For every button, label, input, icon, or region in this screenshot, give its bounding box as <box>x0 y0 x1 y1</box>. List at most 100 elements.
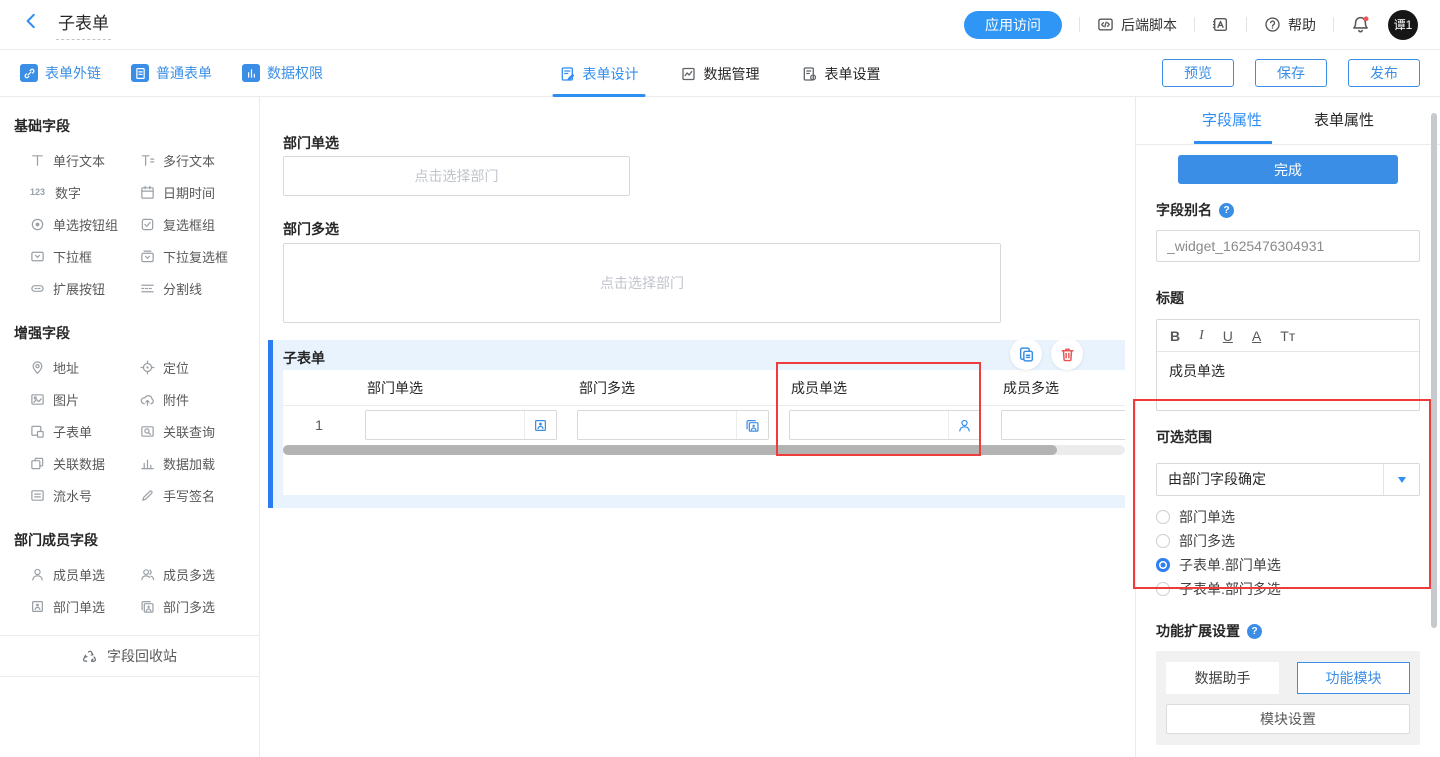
subform-horizontal-scrollbar <box>283 444 1125 456</box>
section-title-dept-member-fields: 部门成员字段 <box>14 530 245 550</box>
sidebar-item-extend-button[interactable]: 扩展按钮 <box>30 272 140 304</box>
radio-subform-dept-single[interactable]: 子表单.部门单选 <box>1156 553 1420 577</box>
help-icon[interactable]: ? <box>1219 203 1234 218</box>
font-color-button[interactable]: A <box>1252 328 1261 344</box>
sidebar-item-divider-line[interactable]: 分割线 <box>140 272 250 304</box>
radio-subform-dept-multi[interactable]: 子表单.部门多选 <box>1156 577 1420 601</box>
field-alias-input[interactable] <box>1156 230 1420 262</box>
app-access-button[interactable]: 应用访问 <box>964 11 1062 39</box>
range-select[interactable]: 由部门字段确定 <box>1156 463 1420 496</box>
radio-icon <box>1156 510 1170 524</box>
duplicate-widget-button[interactable] <box>1010 338 1042 370</box>
sidebar-item-datetime[interactable]: 日期时间 <box>140 176 250 208</box>
dept-multi-cell-input[interactable] <box>577 410 769 440</box>
checkbox-icon <box>140 217 155 232</box>
help-button[interactable]: 帮助 <box>1264 15 1316 35</box>
subform-row-1: 1 <box>283 406 1125 444</box>
back-button[interactable] <box>22 12 40 30</box>
sidebar-item-multi-select[interactable]: 下拉复选框 <box>140 240 250 272</box>
sidebar-item-dept-multi[interactable]: 部门多选 <box>140 590 250 622</box>
field-palette-sidebar: 基础字段 单行文本 多行文本 123数字 日期时间 单选按钮组 复选框组 下拉框… <box>0 97 260 757</box>
data-assistant-button[interactable]: 数据助手 <box>1166 662 1279 694</box>
bold-button[interactable]: B <box>1170 328 1180 344</box>
member-single-picker-icon[interactable] <box>948 411 980 439</box>
form-design-icon <box>560 66 576 82</box>
tab-form-properties[interactable]: 表单属性 <box>1314 97 1374 145</box>
dept-single-cell-input[interactable] <box>365 410 557 440</box>
sidebar-item-data-load[interactable]: 数据加载 <box>140 447 250 479</box>
sidebar-item-single-line-text[interactable]: 单行文本 <box>30 144 140 176</box>
module-settings-button[interactable]: 模块设置 <box>1166 704 1410 734</box>
image-icon <box>30 392 45 407</box>
sidebar-item-subform[interactable]: 子表单 <box>30 415 140 447</box>
publish-button[interactable]: 发布 <box>1348 59 1420 87</box>
chevron-down-icon <box>1398 477 1406 483</box>
sidebar-item-location[interactable]: 定位 <box>140 351 250 383</box>
sidebar-item-radio-group[interactable]: 单选按钮组 <box>30 208 140 240</box>
font-size-button[interactable]: Tт <box>1280 328 1295 344</box>
underline-button[interactable]: U <box>1223 328 1233 344</box>
sidebar-item-linked-query[interactable]: 关联查询 <box>140 415 250 447</box>
sidebar-item-multi-line-text[interactable]: 多行文本 <box>140 144 250 176</box>
scrollbar-thumb[interactable] <box>283 445 1057 455</box>
done-button[interactable]: 完成 <box>1178 155 1398 184</box>
radio-dept-single[interactable]: 部门单选 <box>1156 505 1420 529</box>
sidebar-item-member-single[interactable]: 成员单选 <box>30 558 140 590</box>
field-label-dept-multi: 部门多选 <box>283 219 339 239</box>
dept-single-picker[interactable]: 点击选择部门 <box>283 156 630 196</box>
function-module-button[interactable]: 功能模块 <box>1297 662 1410 694</box>
subform-widget-selected[interactable]: 子表单 部门单选 部门多选 成员单选 成员多选 1 <box>268 340 1125 508</box>
multi-select-icon <box>140 249 155 264</box>
extension-settings-box: 数据助手 功能模块 模块设置 <box>1156 651 1420 745</box>
tab-data-management[interactable]: 数据管理 <box>681 50 760 97</box>
sidebar-item-attachment[interactable]: 附件 <box>140 383 250 415</box>
sidebar-item-checkbox-group[interactable]: 复选框组 <box>140 208 250 240</box>
page-title[interactable]: 子表单 <box>56 9 111 40</box>
dept-single-picker-icon[interactable] <box>524 411 556 439</box>
radio-dept-multi[interactable]: 部门多选 <box>1156 529 1420 553</box>
select-caret-box <box>1383 464 1419 495</box>
sidebar-item-address[interactable]: 地址 <box>30 351 140 383</box>
sidebar-item-image[interactable]: 图片 <box>30 383 140 415</box>
help-icon[interactable]: ? <box>1247 624 1262 639</box>
toolbar-actions: 预览 保存 发布 <box>1162 59 1420 87</box>
tab-field-properties[interactable]: 字段属性 <box>1202 97 1262 145</box>
data-permission-button[interactable]: 数据权限 <box>242 63 323 83</box>
member-single-cell-input[interactable] <box>789 410 981 440</box>
sidebar-item-member-multi[interactable]: 成员多选 <box>140 558 250 590</box>
field-recycle-bin[interactable]: 字段回收站 <box>0 635 259 677</box>
sidebar-item-select[interactable]: 下拉框 <box>30 240 140 272</box>
delete-widget-button[interactable] <box>1051 338 1083 370</box>
user-avatar[interactable]: 谭1 <box>1388 10 1418 40</box>
dept-multi-picker[interactable]: 点击选择部门 <box>283 243 1001 323</box>
save-button[interactable]: 保存 <box>1255 59 1327 87</box>
panel-scrollbar-thumb[interactable] <box>1431 113 1437 628</box>
member-multi-cell-input[interactable] <box>1001 410 1125 440</box>
normal-form-button[interactable]: 普通表单 <box>131 63 212 83</box>
divider <box>1079 17 1080 32</box>
form-external-link-button[interactable]: 表单外链 <box>20 63 101 83</box>
subform-header: 子表单 <box>273 340 1125 370</box>
extension-settings-label-row: 功能扩展设置 ? <box>1156 621 1420 641</box>
single-line-text-icon <box>30 153 45 168</box>
title-value-text[interactable]: 成员单选 <box>1157 352 1419 390</box>
subform-icon <box>30 424 45 439</box>
tab-form-settings[interactable]: 表单设置 <box>802 50 881 97</box>
italic-button[interactable]: I <box>1199 328 1204 344</box>
backend-script-button[interactable]: 后端脚本 <box>1097 15 1177 35</box>
preview-button[interactable]: 预览 <box>1162 59 1234 87</box>
dept-multi-picker-icon[interactable] <box>736 411 768 439</box>
sidebar-item-serial-number[interactable]: 流水号 <box>30 479 140 511</box>
tab-form-design[interactable]: 表单设计 <box>560 50 639 97</box>
sidebar-item-linked-data[interactable]: 关联数据 <box>30 447 140 479</box>
document-icon <box>131 64 149 82</box>
sidebar-item-number[interactable]: 123数字 <box>30 176 140 208</box>
header-left: 子表单 <box>22 9 111 40</box>
sidebar-item-dept-single[interactable]: 部门单选 <box>30 590 140 622</box>
radio-icon <box>1156 582 1170 596</box>
panel-tabs: 字段属性 表单属性 <box>1136 97 1440 145</box>
address-book-button[interactable] <box>1212 16 1229 33</box>
notifications-button[interactable] <box>1351 15 1370 34</box>
sidebar-item-signature[interactable]: 手写签名 <box>140 479 250 511</box>
section-title-basic-fields: 基础字段 <box>14 116 245 136</box>
